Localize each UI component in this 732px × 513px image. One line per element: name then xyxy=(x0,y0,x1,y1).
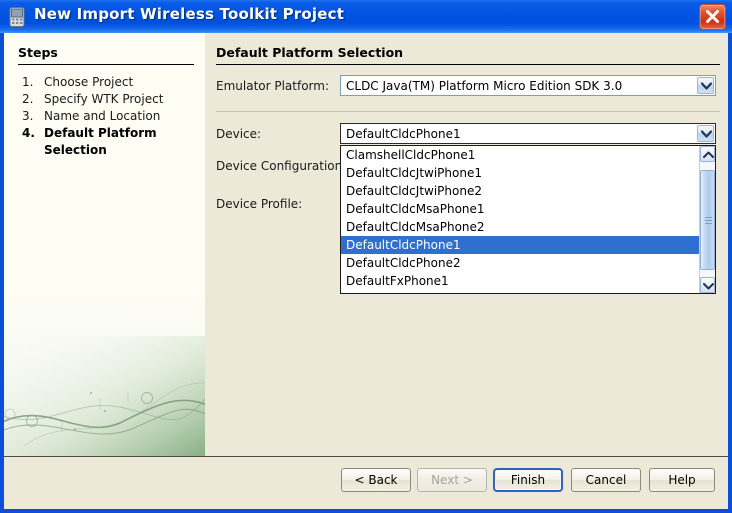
step-item-4-continuation: Selection xyxy=(4,143,205,160)
content-panel: Default Platform Selection Emulator Plat… xyxy=(206,33,728,456)
steps-heading-rule xyxy=(18,64,194,65)
list-item[interactable]: DefaultCldcJtwiPhone1 xyxy=(341,164,700,182)
close-button[interactable] xyxy=(699,4,726,30)
device-label: Device: xyxy=(216,127,262,141)
dialog-client-area: Steps 1. Choose Project 2. Specify WTK P… xyxy=(4,33,728,509)
step-number: 2. xyxy=(22,92,34,106)
list-item[interactable]: DefaultCldcMsaPhone1 xyxy=(341,200,700,218)
list-item[interactable]: DefaultFxPhone1 xyxy=(341,272,700,290)
emulator-platform-combobox[interactable]: CLDC Java(TM) Platform Micro Edition SDK… xyxy=(340,75,716,96)
window-title: New Import Wireless Toolkit Project xyxy=(34,5,345,23)
mobile-device-icon xyxy=(9,7,26,27)
back-button[interactable]: < Back xyxy=(341,468,411,492)
section-separator xyxy=(216,111,720,112)
step-label: Choose Project xyxy=(44,75,134,89)
finish-button[interactable]: Finish xyxy=(493,468,563,492)
device-dropdown-list[interactable]: ClamshellCldcPhone1 DefaultCldcJtwiPhone… xyxy=(340,145,716,294)
list-item[interactable]: DefaultCldcJtwiPhone2 xyxy=(341,182,700,200)
list-item[interactable]: DefaultCldcMsaPhone2 xyxy=(341,218,700,236)
window-border-left xyxy=(0,33,4,513)
list-item-selected[interactable]: DefaultCldcPhone1 xyxy=(341,236,700,254)
step-item-4: 4. Default Platform xyxy=(4,126,205,143)
emulator-platform-value: CLDC Java(TM) Platform Micro Edition SDK… xyxy=(346,79,623,93)
emulator-platform-label: Emulator Platform: xyxy=(216,79,330,93)
scrollbar-thumb[interactable] xyxy=(700,170,715,270)
scroll-down-button[interactable] xyxy=(700,277,715,293)
help-button[interactable]: Help xyxy=(649,468,715,492)
step-item-1: 1. Choose Project xyxy=(4,75,205,92)
list-item[interactable]: ClamshellCldcPhone1 xyxy=(341,146,700,164)
step-number: 1. xyxy=(22,75,34,89)
device-value: DefaultCldcPhone1 xyxy=(346,127,461,141)
chevron-down-icon[interactable] xyxy=(697,125,714,142)
steps-heading: Steps xyxy=(18,45,58,60)
step-item-3: 3. Name and Location xyxy=(4,109,205,126)
step-label: Default Platform xyxy=(44,126,157,140)
step-label: Name and Location xyxy=(44,109,161,123)
page-title: Default Platform Selection xyxy=(216,45,404,60)
dropdown-options: ClamshellCldcPhone1 DefaultCldcJtwiPhone… xyxy=(341,146,700,290)
step-number: 4. xyxy=(22,126,35,140)
step-number: 3. xyxy=(22,109,34,123)
device-combobox[interactable]: DefaultCldcPhone1 xyxy=(340,123,716,144)
list-item[interactable]: DefaultCldcPhone2 xyxy=(341,254,700,272)
next-button: Next > xyxy=(417,468,487,492)
decorative-swirl-graphic xyxy=(4,336,205,456)
step-label-continuation: Selection xyxy=(44,143,107,157)
window-border-bottom xyxy=(0,509,732,513)
dropdown-scrollbar[interactable] xyxy=(699,146,715,293)
chevron-down-icon[interactable] xyxy=(697,77,714,94)
wizard-window: New Import Wireless Toolkit Project Step… xyxy=(0,0,732,513)
device-configuration-label: Device Configuration: xyxy=(216,159,347,173)
steps-panel: Steps 1. Choose Project 2. Specify WTK P… xyxy=(4,33,205,456)
scroll-up-button[interactable] xyxy=(700,146,715,162)
steps-list: 1. Choose Project 2. Specify WTK Project… xyxy=(4,75,205,160)
step-label: Specify WTK Project xyxy=(44,92,164,106)
scrollbar-grip-icon xyxy=(705,217,712,224)
cancel-button[interactable]: Cancel xyxy=(571,468,641,492)
window-border-right xyxy=(728,33,732,513)
title-bar: New Import Wireless Toolkit Project xyxy=(0,0,732,33)
step-item-2: 2. Specify WTK Project xyxy=(4,92,205,109)
page-title-rule xyxy=(216,64,720,65)
footer-button-bar: < Back Next > Finish Cancel Help xyxy=(4,457,728,509)
device-profile-label: Device Profile: xyxy=(216,197,303,211)
